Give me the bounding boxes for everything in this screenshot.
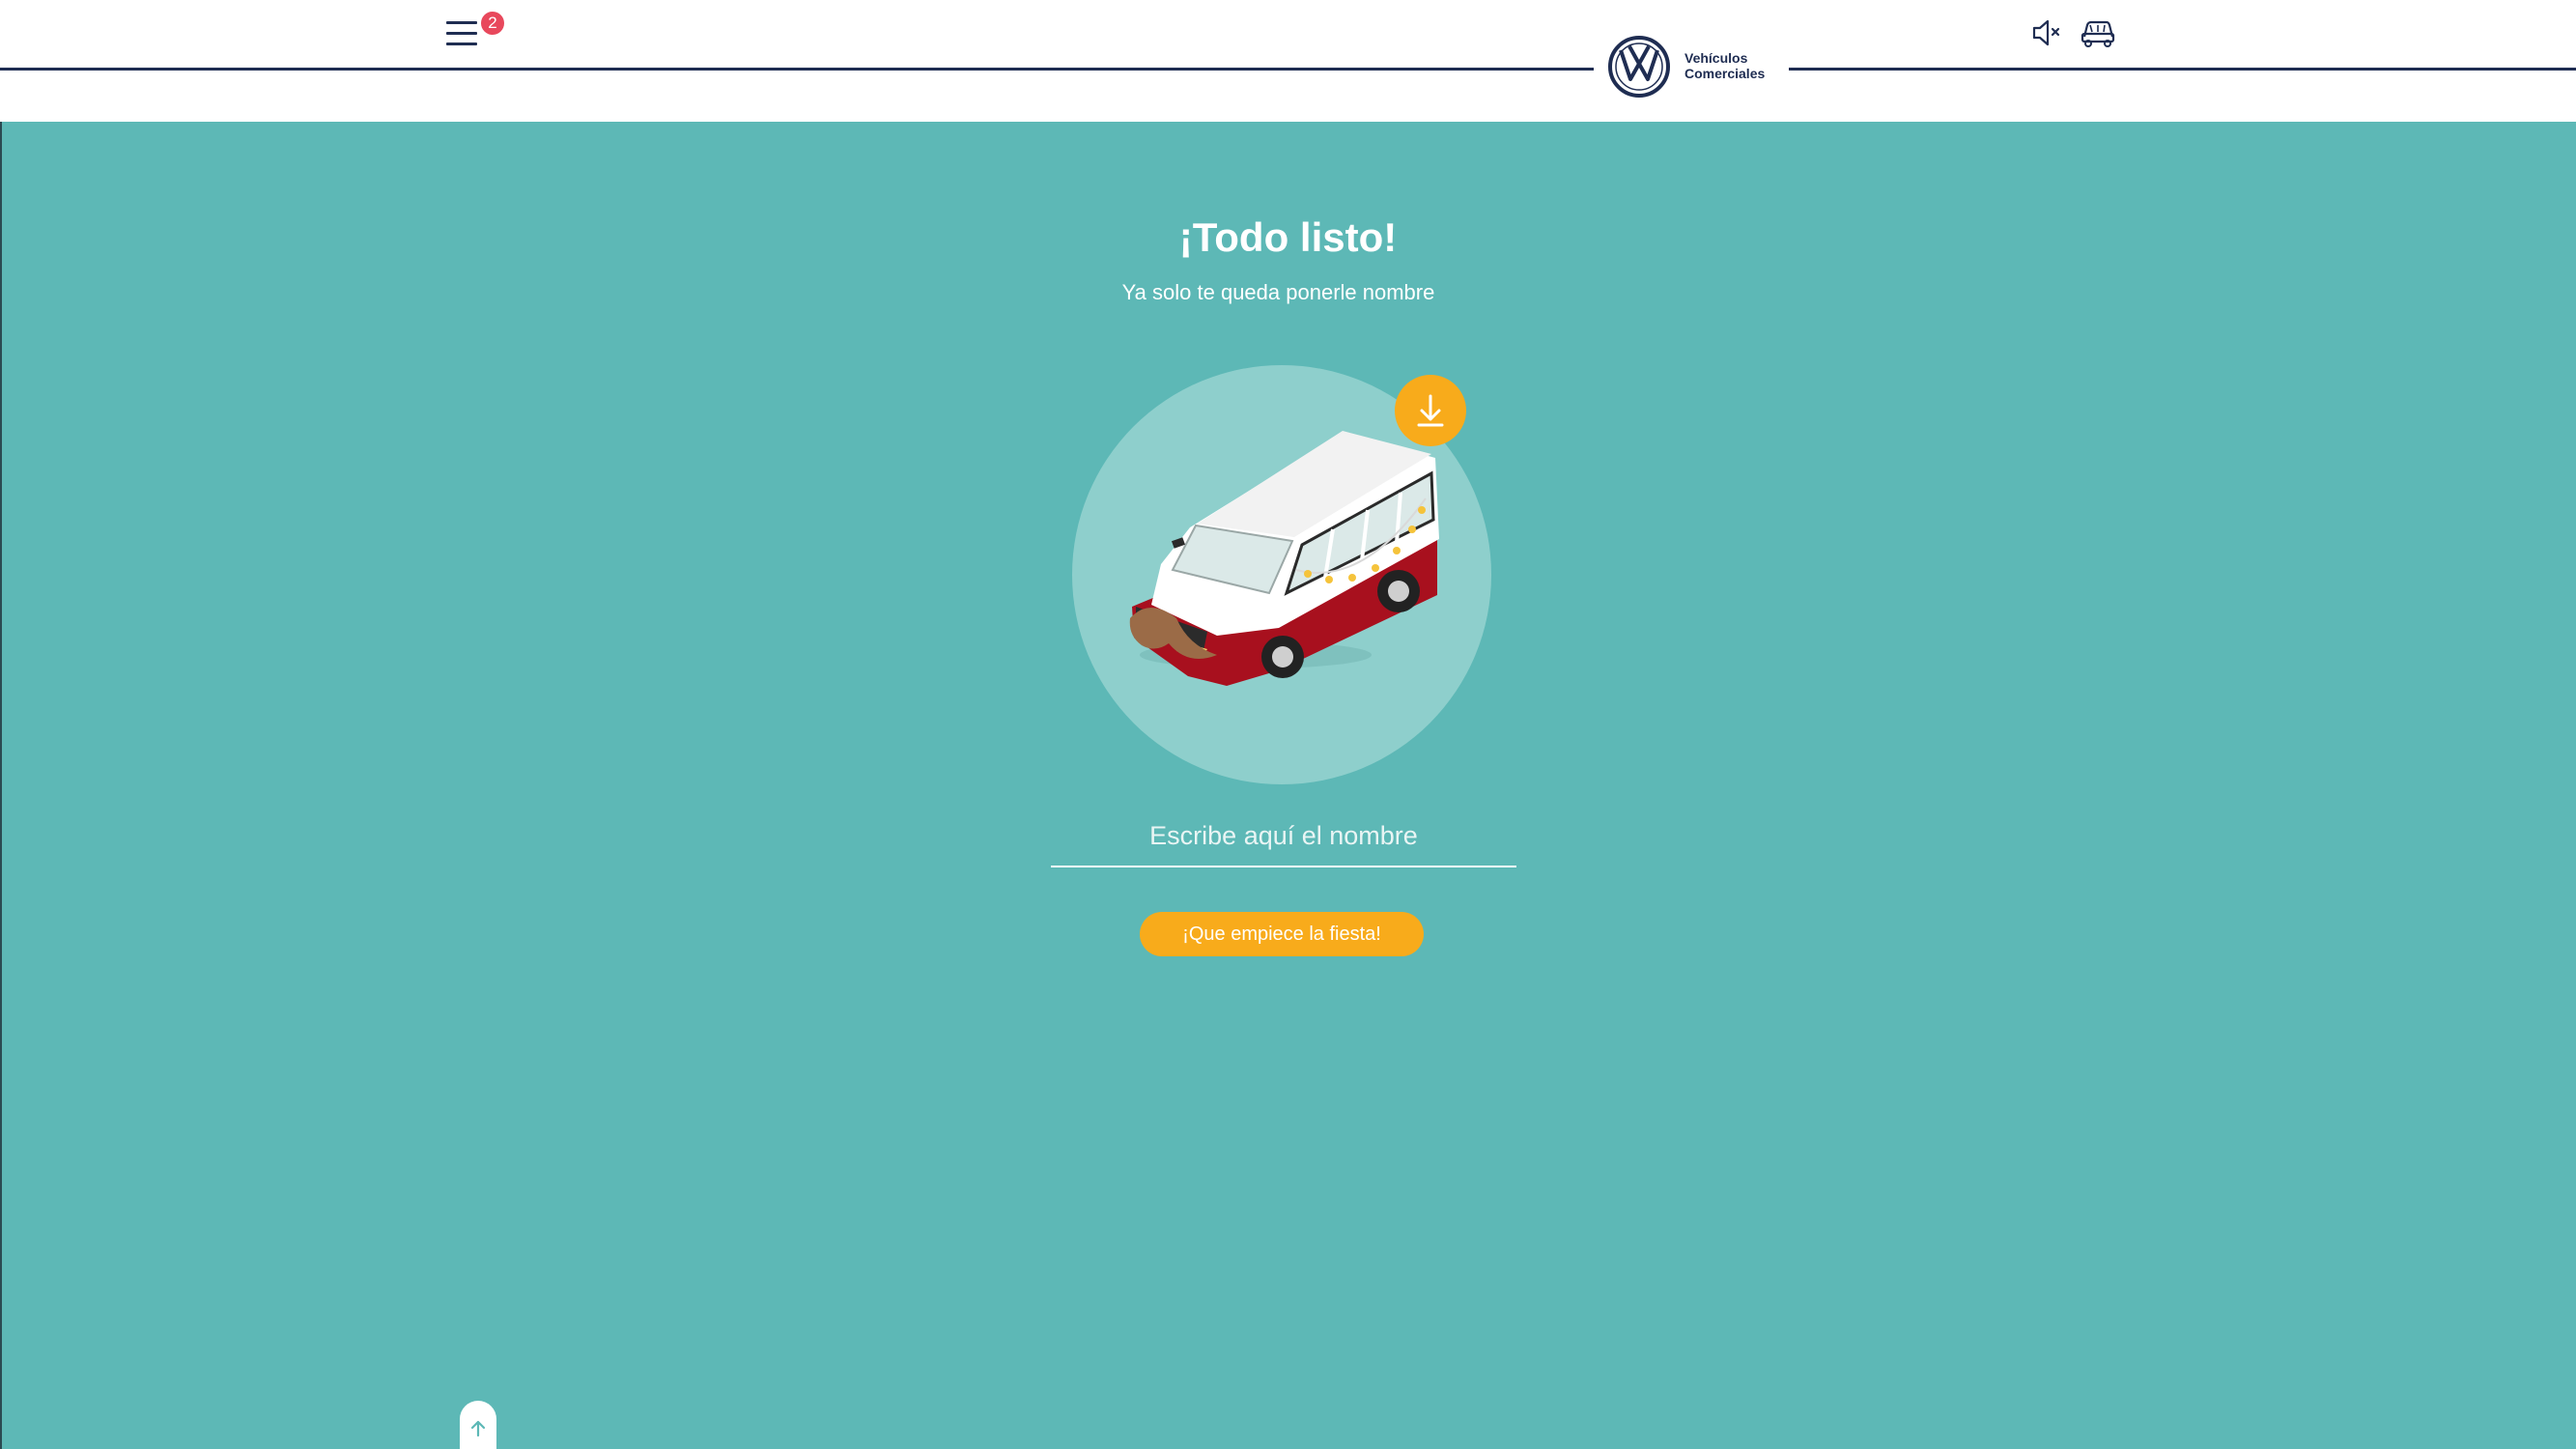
brand-line-1: Vehículos [1684, 50, 1748, 66]
start-party-button[interactable]: ¡Que empiece la fiesta! [1140, 912, 1424, 956]
notification-badge: 2 [481, 12, 504, 35]
brand-logo[interactable]: Vehículos Comerciales [1607, 35, 1781, 99]
car-icon[interactable] [2079, 15, 2117, 50]
hamburger-menu-icon[interactable] [446, 17, 481, 48]
page-title: ¡Todo listo! [1178, 214, 1398, 260]
brand-name: Vehículos Comerciales [1684, 50, 1791, 81]
page-subtitle: Ya solo te queda ponerle nombre [1121, 280, 1435, 304]
sound-muted-icon[interactable] [2028, 15, 2067, 50]
van-name-input[interactable] [1051, 813, 1516, 867]
download-icon[interactable] [1395, 375, 1466, 446]
site-header: 2 Vehículos Comerciales [0, 0, 2576, 122]
header-divider-left [0, 68, 1594, 71]
header-divider-right [1789, 68, 2576, 71]
arrow-up-icon[interactable] [460, 1401, 496, 1449]
brand-line-2: Comerciales [1684, 66, 1766, 81]
main-content [0, 122, 2576, 1449]
vw-logo-icon [1608, 36, 1670, 98]
